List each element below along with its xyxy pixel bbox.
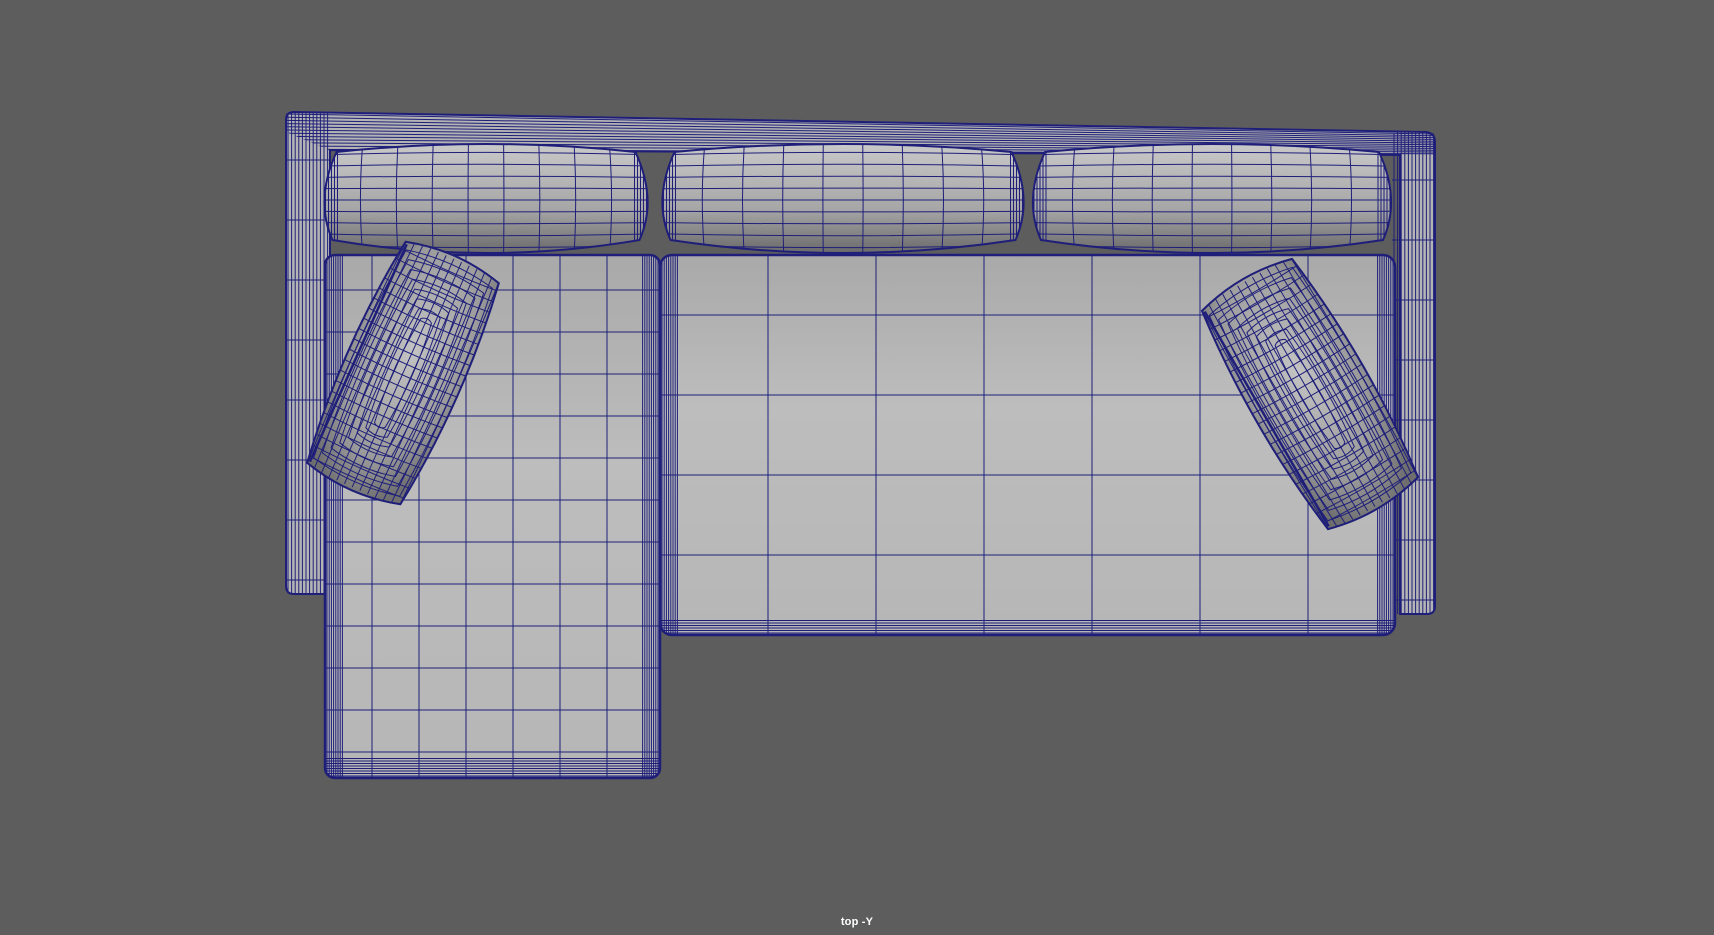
sofa-wireframe-model[interactable]	[0, 0, 1714, 935]
maya-viewport[interactable]: top -Y	[0, 0, 1714, 935]
back-cushion	[661, 143, 1025, 254]
back-cushion	[1032, 143, 1393, 254]
back-cushions	[323, 143, 1393, 254]
back-cushion	[323, 143, 649, 254]
camera-label: top -Y	[840, 916, 874, 928]
